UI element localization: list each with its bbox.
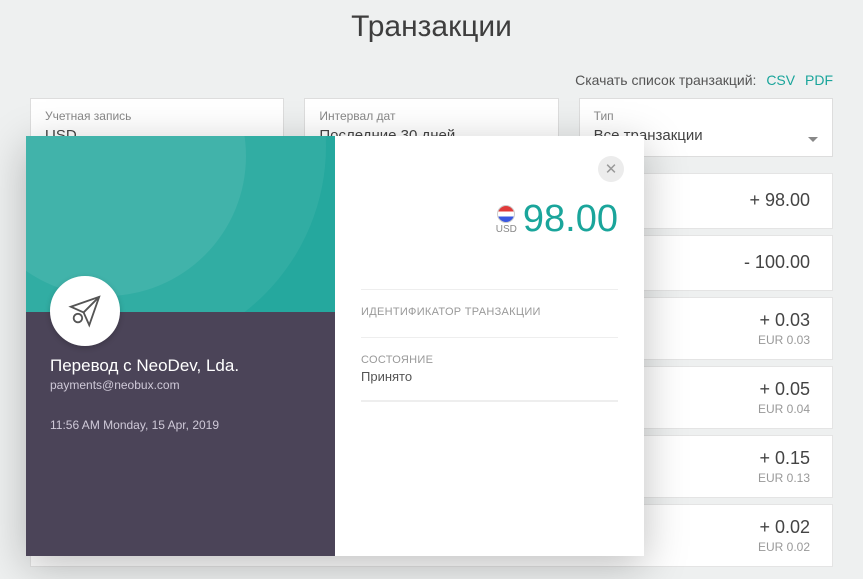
export-bar: Скачать список транзакций: CSV PDF bbox=[0, 72, 863, 98]
close-button[interactable]: ✕ bbox=[598, 156, 624, 182]
export-csv-link[interactable]: CSV bbox=[766, 72, 795, 88]
transaction-detail-modal: Перевод с NeoDev, Lda. payments@neobux.c… bbox=[26, 136, 644, 556]
us-flag-icon bbox=[497, 205, 515, 223]
tx-amount-secondary: EUR 0.04 bbox=[758, 402, 810, 416]
export-pdf-link[interactable]: PDF bbox=[805, 72, 833, 88]
tx-amount: + 0.03 bbox=[758, 310, 810, 331]
detail-id-label: ИДЕНТИФИКАТОР ТРАНЗАКЦИИ bbox=[361, 306, 618, 318]
close-icon: ✕ bbox=[605, 160, 618, 178]
modal-amount: 98.00 bbox=[523, 198, 618, 241]
paper-plane-icon bbox=[68, 294, 102, 328]
daterange-filter-label: Интервал дат bbox=[319, 109, 543, 123]
currency-code: USD bbox=[496, 224, 517, 235]
tx-amount-secondary: EUR 0.02 bbox=[758, 540, 810, 554]
tx-amount-secondary: EUR 0.03 bbox=[758, 333, 810, 347]
modal-header-panel: Перевод с NeoDev, Lda. payments@neobux.c… bbox=[26, 136, 335, 556]
tx-amount: + 0.05 bbox=[758, 379, 810, 400]
modal-body: ✕ USD 98.00 ИДЕНТИФИКАТОР ТРАНЗАКЦИИ СОС… bbox=[335, 136, 644, 556]
modal-timestamp: 11:56 AM Monday, 15 Apr, 2019 bbox=[50, 418, 239, 432]
modal-amount-block: USD 98.00 bbox=[361, 198, 618, 241]
tx-amount: - 100.00 bbox=[744, 252, 810, 273]
detail-transaction-id: ИДЕНТИФИКАТОР ТРАНЗАКЦИИ bbox=[361, 289, 618, 337]
tx-amount-secondary: EUR 0.13 bbox=[758, 471, 810, 485]
sender-avatar bbox=[50, 276, 120, 346]
page-title: Транзакции bbox=[0, 0, 863, 72]
account-filter-label: Учетная запись bbox=[45, 109, 269, 123]
modal-purple-bg bbox=[26, 312, 335, 556]
tx-amount: + 98.00 bbox=[749, 190, 810, 211]
detail-status-label: СОСТОЯНИЕ bbox=[361, 354, 618, 366]
detail-status-value: Принято bbox=[361, 369, 618, 384]
type-filter-label: Тип bbox=[594, 109, 818, 123]
export-label: Скачать список транзакций: bbox=[575, 72, 756, 88]
modal-sender-email: payments@neobux.com bbox=[50, 378, 239, 392]
tx-amount: + 0.02 bbox=[758, 517, 810, 538]
tx-amount: + 0.15 bbox=[758, 448, 810, 469]
modal-sender-name: Перевод с NeoDev, Lda. bbox=[50, 356, 239, 376]
divider bbox=[361, 400, 618, 402]
chevron-down-icon bbox=[808, 137, 818, 142]
modal-sender-block: Перевод с NeoDev, Lda. payments@neobux.c… bbox=[50, 356, 239, 432]
currency-badge: USD bbox=[496, 205, 517, 235]
detail-status: СОСТОЯНИЕ Принято bbox=[361, 337, 618, 400]
